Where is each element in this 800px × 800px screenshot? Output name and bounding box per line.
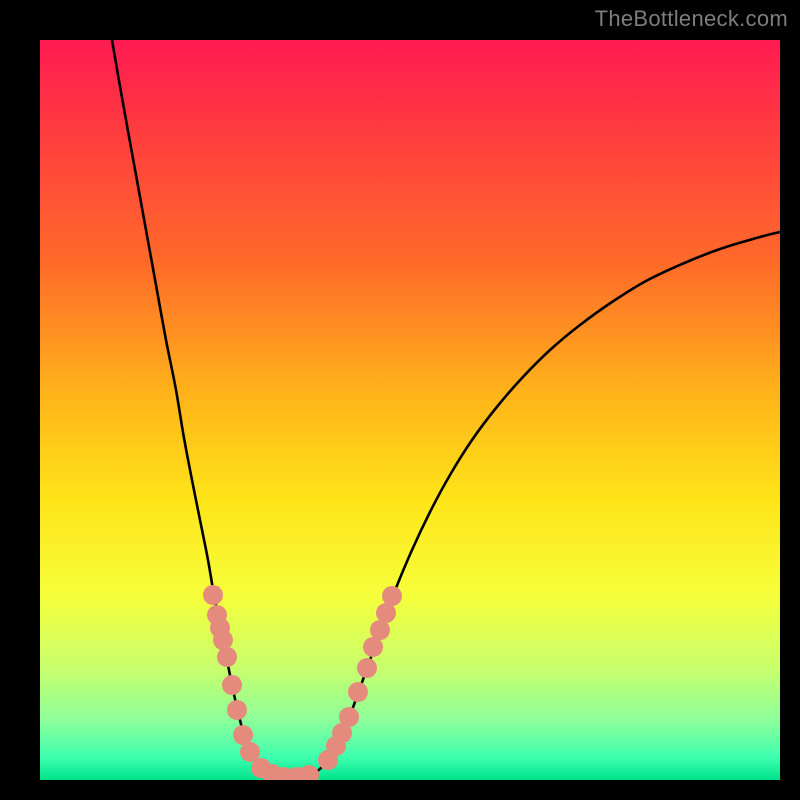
marker-dot (348, 682, 368, 702)
chart-stage: TheBottleneck.com (0, 0, 800, 800)
plot-area (40, 40, 780, 780)
marker-dot (382, 586, 402, 606)
marker-dot (217, 647, 237, 667)
marker-dot (222, 675, 242, 695)
marker-dot (213, 630, 233, 650)
watermark-text: TheBottleneck.com (595, 6, 788, 32)
gradient-background (40, 40, 780, 780)
plot-svg (40, 40, 780, 780)
marker-dot (339, 707, 359, 727)
marker-dot (357, 658, 377, 678)
marker-dot (203, 585, 223, 605)
marker-dot (376, 603, 396, 623)
marker-dot (370, 620, 390, 640)
marker-dot (227, 700, 247, 720)
